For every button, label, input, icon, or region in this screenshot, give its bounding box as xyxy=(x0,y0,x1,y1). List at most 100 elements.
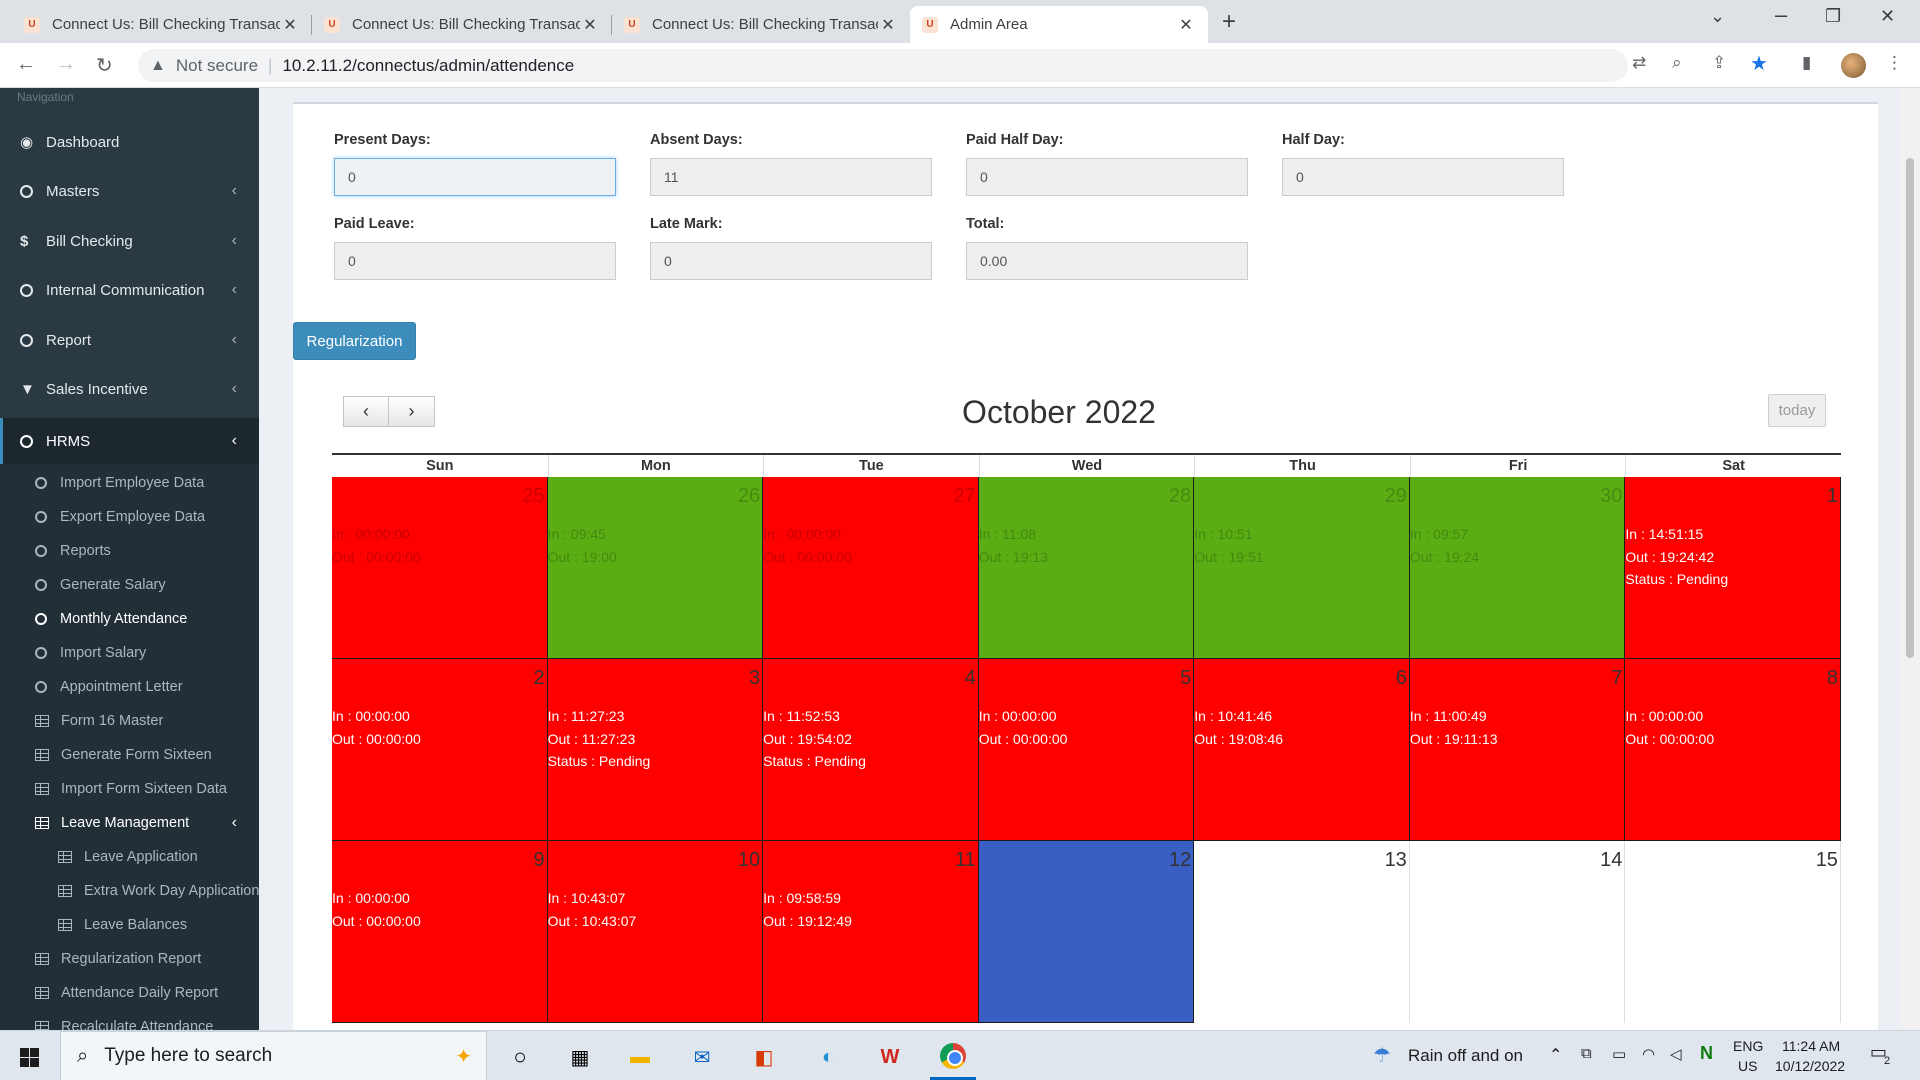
forward-icon[interactable]: → xyxy=(56,53,76,76)
share-icon[interactable]: ⇪ xyxy=(1712,53,1726,73)
restore-icon[interactable]: ❐ xyxy=(1825,6,1841,27)
absent-days-input[interactable] xyxy=(650,158,932,196)
sidebar-item-hrms[interactable]: HRMS ‹ xyxy=(0,418,259,464)
profile-avatar[interactable] xyxy=(1841,53,1866,78)
calendar-day-cell[interactable]: 12 xyxy=(978,841,1195,1023)
attendance-event[interactable]: In : 14:51:15 Out : 19:24:42 Status : Pend… xyxy=(1625,523,1728,591)
address-bar[interactable]: ▲ Not secure | 10.2.11.2/connectus/admin… xyxy=(138,49,1628,82)
menu-kebab-icon[interactable]: ⋮ xyxy=(1886,53,1903,73)
attendance-event[interactable]: In : 09:57 Out : 19:24 xyxy=(1410,523,1479,568)
calendar-day-cell[interactable]: 14 xyxy=(1409,841,1626,1023)
calendar-day-cell[interactable]: 13 xyxy=(1194,841,1410,1023)
calendar-day-cell[interactable]: 11 In : 09:58:59 Out : 19:12:49 xyxy=(763,841,979,1023)
sidebar-item-sales-incentive[interactable]: ▼ Sales Incentive ‹ xyxy=(0,369,259,409)
close-tab-icon[interactable]: ✕ xyxy=(1176,15,1196,35)
translate-icon[interactable]: ⇄ xyxy=(1632,53,1646,73)
wifi-icon[interactable]: ◠ xyxy=(1642,1045,1655,1063)
present-days-input[interactable] xyxy=(334,158,616,196)
close-tab-icon[interactable]: ✕ xyxy=(580,15,600,35)
calendar-day-cell[interactable]: 3 In : 11:27:23 Out : 11:27:23 Status : Pen… xyxy=(547,659,764,841)
attendance-event[interactable]: In : 00:00:00 Out : 00:00:00 xyxy=(1625,705,1714,750)
sidebar-subitem-import-form-sixteen-data[interactable]: Import Form Sixteen Data xyxy=(0,772,259,806)
attendance-event[interactable]: In : 00:00:00 Out : 00:00:00 xyxy=(332,887,421,932)
zoom-icon[interactable]: ⌕ xyxy=(1672,53,1682,73)
sidebar-subitem-recalculate-attendance[interactable]: Recalculate Attendance xyxy=(0,1010,259,1030)
sidebar-item-internal-communication[interactable]: Internal Communication ‹ xyxy=(0,270,259,310)
sidebar-subitem-export-employee-data[interactable]: Export Employee Data xyxy=(0,500,259,534)
browser-tab-2[interactable]: U Connect Us: Bill Checking Transac ✕ xyxy=(312,6,612,43)
sidebar-subitem-reports[interactable]: Reports xyxy=(0,534,259,568)
sidebar-subitem-monthly-attendance[interactable]: Monthly Attendance xyxy=(0,602,259,636)
attendance-event[interactable]: In : 00:00:00 Out : 00:00:00 xyxy=(332,705,421,750)
calendar-day-cell[interactable]: 9 In : 00:00:00 Out : 00:00:00 xyxy=(332,841,548,1023)
tab-search-chevron-icon[interactable]: ⌄ xyxy=(1710,6,1725,27)
sidebar-subitem-generate-salary[interactable]: Generate Salary xyxy=(0,568,259,602)
close-tab-icon[interactable]: ✕ xyxy=(280,15,300,35)
clock-time[interactable]: 11:24 AM xyxy=(1782,1038,1840,1054)
paid-leave-input[interactable] xyxy=(334,242,616,280)
sidebar-subitem-extra-work-day-application[interactable]: Extra Work Day Application xyxy=(0,874,259,908)
close-window-icon[interactable]: ✕ xyxy=(1880,6,1895,27)
show-hidden-icons-icon[interactable]: ⌃ xyxy=(1549,1045,1562,1065)
cortana-icon[interactable]: ○ xyxy=(506,1043,534,1071)
calendar-day-cell[interactable]: 8 In : 00:00:00 Out : 00:00:00 xyxy=(1625,659,1841,841)
close-tab-icon[interactable]: ✕ xyxy=(878,15,898,35)
sidebar-subitem-import-salary[interactable]: Import Salary xyxy=(0,636,259,670)
calendar-day-cell[interactable]: 6 In : 10:41:46 Out : 19:08:46 xyxy=(1194,659,1410,841)
browser-tab-3[interactable]: U Connect Us: Bill Checking Transac ✕ xyxy=(612,6,910,43)
calendar-day-cell[interactable]: 2 In : 00:00:00 Out : 00:00:00 xyxy=(332,659,548,841)
sidebar-subitem-regularization-report[interactable]: Regularization Report xyxy=(0,942,259,976)
weather-text[interactable]: Rain off and on xyxy=(1408,1046,1523,1066)
attendance-event[interactable]: In : 10:43:07 Out : 10:43:07 xyxy=(548,887,637,932)
bookmark-star-icon[interactable]: ★ xyxy=(1750,51,1768,76)
sidebar-subitem-appointment-letter[interactable]: Appointment Letter xyxy=(0,670,259,704)
task-view-icon[interactable]: ▦ xyxy=(566,1043,594,1071)
late-mark-input[interactable] xyxy=(650,242,932,280)
calendar-day-cell[interactable]: 26 In : 09:45 Out : 19:00 xyxy=(547,477,764,659)
sidebar-item-report[interactable]: Report ‹ xyxy=(0,320,259,360)
today-button[interactable]: today xyxy=(1768,394,1826,427)
windows-start-icon[interactable] xyxy=(20,1048,39,1067)
attendance-event[interactable]: In : 09:45 Out : 19:00 xyxy=(548,523,617,568)
sidebar-item-masters[interactable]: Masters ‹ xyxy=(0,171,259,211)
sidebar-subitem-form-16-master[interactable]: Form 16 Master xyxy=(0,704,259,738)
attendance-event[interactable]: In : 11:08 Out : 19:13 xyxy=(979,523,1048,568)
calendar-day-cell[interactable]: 27 In : 00:00:00 Out : 00:00:00 xyxy=(763,477,979,659)
prev-month-button[interactable]: ‹ xyxy=(343,396,389,427)
wps-office-icon[interactable]: W xyxy=(876,1043,904,1071)
new-tab-icon[interactable]: + xyxy=(1222,8,1236,36)
edge-icon[interactable]: ◐ xyxy=(814,1043,842,1071)
sidebar-subitem-leave-application[interactable]: Leave Application xyxy=(0,840,259,874)
volume-icon[interactable]: ◁ xyxy=(1670,1045,1682,1063)
sidebar-subitem-import-employee-data[interactable]: Import Employee Data xyxy=(0,466,259,500)
attendance-event[interactable]: In : 10:51 Out : 19:51 xyxy=(1194,523,1263,568)
attendance-event[interactable]: In : 00:00:00 Out : 00:00:00 xyxy=(979,705,1068,750)
calendar-day-cell[interactable]: 5 In : 00:00:00 Out : 00:00:00 xyxy=(978,659,1195,841)
attendance-event[interactable]: In : 00:00:00 Out : 00:00:00 xyxy=(763,523,852,568)
device-icon[interactable]: ⧉ xyxy=(1581,1045,1592,1062)
back-icon[interactable]: ← xyxy=(16,53,36,76)
side-panel-icon[interactable]: ▮ xyxy=(1802,53,1811,73)
paid-half-day-input[interactable] xyxy=(966,158,1248,196)
weather-icon[interactable]: ☂ xyxy=(1373,1043,1391,1068)
calendar-day-cell[interactable]: 10 In : 10:43:07 Out : 10:43:07 xyxy=(547,841,764,1023)
attendance-event[interactable]: In : 11:27:23 Out : 11:27:23 Status : Pend… xyxy=(548,705,651,773)
mail-icon[interactable]: ✉ xyxy=(688,1043,716,1071)
sidebar-subitem-leave-management[interactable]: Leave Management ‹ xyxy=(0,806,259,840)
sidebar-subitem-attendance-daily-report[interactable]: Attendance Daily Report xyxy=(0,976,259,1010)
total-input[interactable] xyxy=(966,242,1248,280)
calendar-day-cell[interactable]: 29 In : 10:51 Out : 19:51 xyxy=(1194,477,1410,659)
taskbar-search-box[interactable]: ⌕ Type here to search ✦ xyxy=(60,1031,487,1080)
sidebar-item-bill-checking[interactable]: $ Bill Checking ‹ xyxy=(0,221,259,261)
attendance-event[interactable]: In : 09:58:59 Out : 19:12:49 xyxy=(763,887,852,932)
chrome-icon[interactable] xyxy=(940,1043,966,1069)
calendar-day-cell[interactable]: 28 In : 11:08 Out : 19:13 xyxy=(978,477,1195,659)
sidebar-item-dashboard[interactable]: ◉ Dashboard xyxy=(0,122,259,162)
browser-tab-1[interactable]: U Connect Us: Bill Checking Transac ✕ xyxy=(12,6,312,43)
sidebar-subitem-generate-form-sixteen[interactable]: Generate Form Sixteen xyxy=(0,738,259,772)
region-text[interactable]: US xyxy=(1738,1058,1757,1074)
sidebar-subitem-leave-balances[interactable]: Leave Balances xyxy=(0,908,259,942)
calendar-day-cell[interactable]: 1 In : 14:51:15 Out : 19:24:42 Status : Pen… xyxy=(1625,477,1841,659)
next-month-button[interactable]: › xyxy=(389,396,435,427)
calendar-day-cell[interactable]: 30 In : 09:57 Out : 19:24 xyxy=(1409,477,1626,659)
